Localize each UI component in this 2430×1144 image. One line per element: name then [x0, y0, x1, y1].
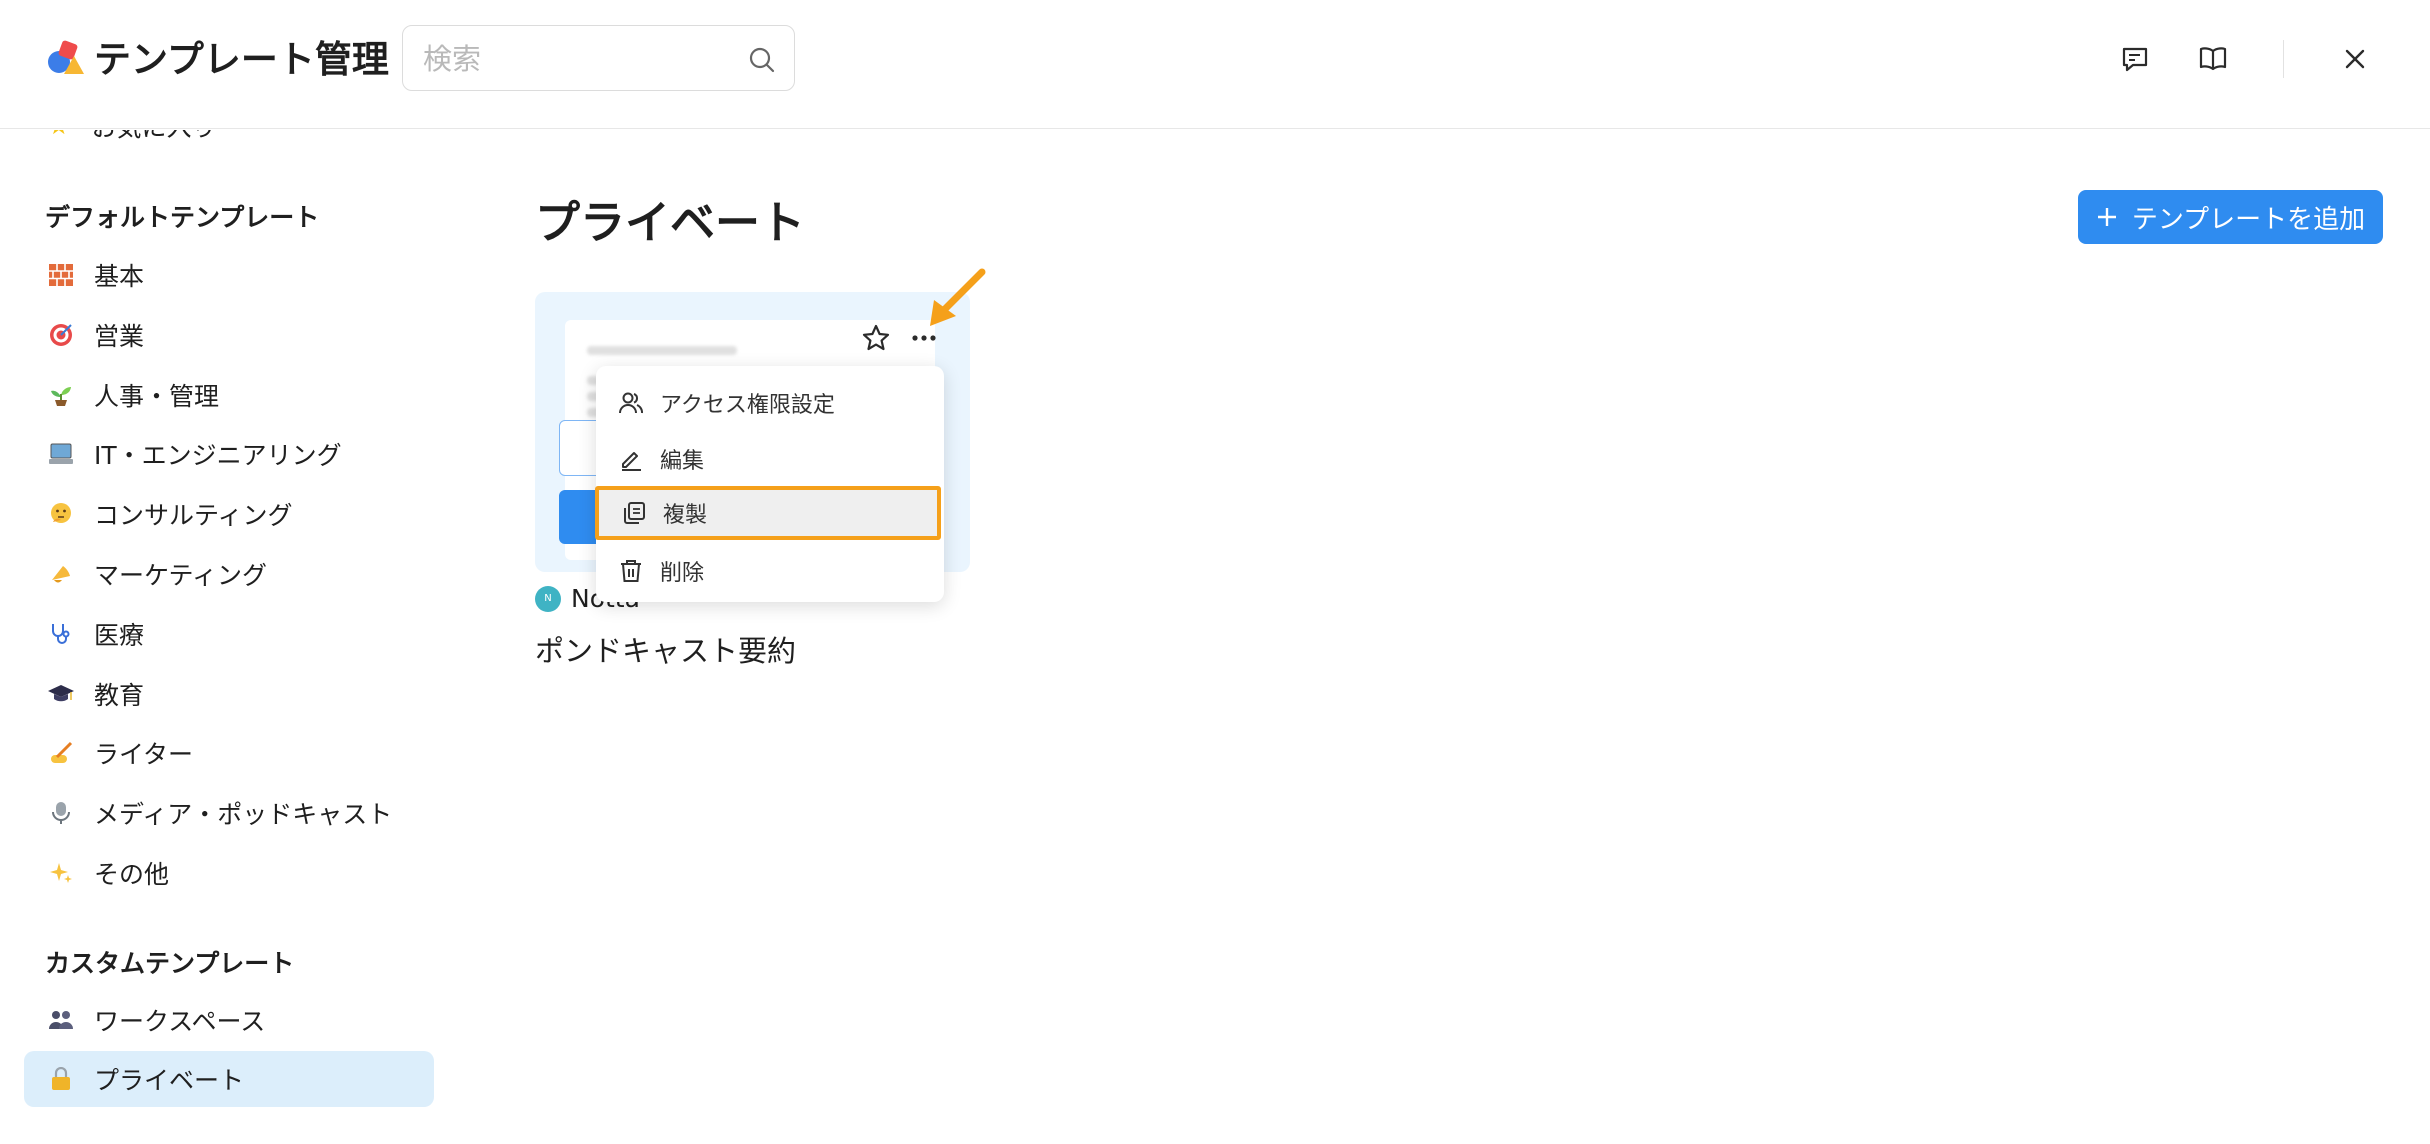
- star-outline-icon: [862, 324, 890, 351]
- sidebar-item-marketing[interactable]: マーケティング: [24, 546, 434, 602]
- sidebar-item-label: ライター: [94, 740, 194, 769]
- sidebar-item-private[interactable]: プライベート: [24, 1051, 434, 1107]
- book-icon: [2199, 47, 2227, 71]
- context-menu: アクセス権限設定 編集 複製 削除: [595, 366, 944, 602]
- trash-icon: [618, 558, 644, 584]
- sidebar-item-hr[interactable]: 人事・管理: [24, 367, 434, 423]
- sidebar-item-label: 医療: [94, 621, 145, 650]
- feedback-icon: [2122, 47, 2148, 72]
- copy-icon: [621, 500, 647, 526]
- preview-line: [587, 346, 737, 355]
- lock-icon: [48, 1066, 74, 1092]
- sidebar-item-label: メディア・ポッドキャスト: [94, 800, 393, 829]
- graduation-cap-icon: [48, 681, 74, 707]
- search-icon[interactable]: [748, 46, 776, 74]
- plus-icon: [2097, 208, 2116, 226]
- add-template-label: テンプレートを追加: [2131, 204, 2366, 235]
- menu-item-label: 編集: [660, 449, 705, 474]
- sidebar-item-workspace[interactable]: ワークスペース: [24, 992, 434, 1048]
- search-input[interactable]: [421, 38, 735, 80]
- sidebar-item-other[interactable]: その他: [24, 845, 434, 901]
- brick-icon: [48, 262, 74, 288]
- menu-item-label: 削除: [660, 561, 705, 586]
- notta-logo-icon: [48, 40, 84, 74]
- stethoscope-icon: [48, 621, 74, 647]
- menu-item-delete[interactable]: 削除: [596, 544, 944, 598]
- close-icon: [2345, 49, 2365, 69]
- annotation-arrow-icon: [930, 268, 986, 326]
- sidebar-item-label: その他: [94, 860, 170, 889]
- sidebar-item-label: 営業: [94, 322, 145, 351]
- avatar: N: [535, 585, 561, 612]
- sidebar-item-label: 教育: [94, 681, 145, 710]
- sidebar-item-media[interactable]: メディア・ポッドキャスト: [24, 785, 434, 841]
- pencil-icon: [618, 446, 644, 472]
- menu-item-label: 複製: [663, 503, 708, 528]
- sidebar-item-sales[interactable]: 営業: [24, 307, 434, 363]
- sidebar-item-label: ワークスペース: [94, 1007, 266, 1036]
- microphone-icon: [48, 800, 74, 826]
- favorite-button[interactable]: [858, 320, 894, 356]
- custom-templates-heading: カスタムテンプレート: [45, 949, 295, 978]
- sidebar-item-medical[interactable]: 医療: [24, 606, 434, 662]
- sidebar-item-label: 人事・管理: [94, 382, 220, 411]
- header-divider: [2283, 40, 2284, 78]
- app-header: テンプレート管理: [0, 0, 2430, 129]
- sidebar-item-consulting[interactable]: コンサルティング: [24, 486, 434, 542]
- section-heading: プライベート: [535, 196, 806, 249]
- target-icon: [48, 322, 74, 348]
- sidebar-item-label: マーケティング: [94, 561, 268, 590]
- sidebar-item-favorites[interactable]: ★ お気に入り: [48, 130, 217, 144]
- sidebar-item-label: コンサルティング: [94, 501, 293, 530]
- menu-item-label: アクセス権限設定: [660, 393, 835, 418]
- search-box[interactable]: [402, 25, 795, 91]
- default-templates-heading: デフォルトテンプレート: [45, 203, 320, 232]
- people-icon: [48, 1007, 74, 1033]
- sidebar-item-label: お気に入り: [92, 130, 217, 144]
- guide-button[interactable]: [2192, 38, 2234, 80]
- sidebar-item-label: プライベート: [94, 1066, 245, 1095]
- sparkles-icon: [48, 860, 74, 886]
- computer-icon: [48, 441, 74, 467]
- menu-item-edit[interactable]: 編集: [596, 432, 944, 486]
- sidebar-item-writer[interactable]: ライター: [24, 725, 434, 781]
- template-name: ポンドキャスト要約: [535, 634, 797, 668]
- seedling-icon: [48, 382, 74, 408]
- sidebar-item-basic[interactable]: 基本: [24, 247, 434, 303]
- sidebar: ★ お気に入り デフォルトテンプレート 基本 営業 人事・管理 IT・エンジニア…: [0, 130, 460, 1144]
- sidebar-item-education[interactable]: 教育: [24, 666, 434, 722]
- sidebar-item-it[interactable]: IT・エンジニアリング: [24, 426, 434, 482]
- writing-hand-icon: [48, 740, 74, 766]
- megaphone-icon: [48, 561, 74, 587]
- star-icon: ★: [48, 130, 70, 140]
- page-title: テンプレート管理: [94, 38, 389, 81]
- feedback-button[interactable]: [2114, 38, 2156, 80]
- sidebar-item-label: IT・エンジニアリング: [94, 441, 342, 470]
- close-button[interactable]: [2334, 38, 2376, 80]
- more-horizontal-icon: [912, 335, 936, 341]
- menu-item-duplicate[interactable]: 複製: [595, 486, 941, 540]
- thinking-face-icon: [48, 501, 74, 527]
- add-template-button[interactable]: テンプレートを追加: [2078, 190, 2383, 244]
- users-icon: [618, 390, 644, 416]
- menu-item-access-settings[interactable]: アクセス権限設定: [596, 376, 944, 430]
- sidebar-item-label: 基本: [94, 262, 145, 291]
